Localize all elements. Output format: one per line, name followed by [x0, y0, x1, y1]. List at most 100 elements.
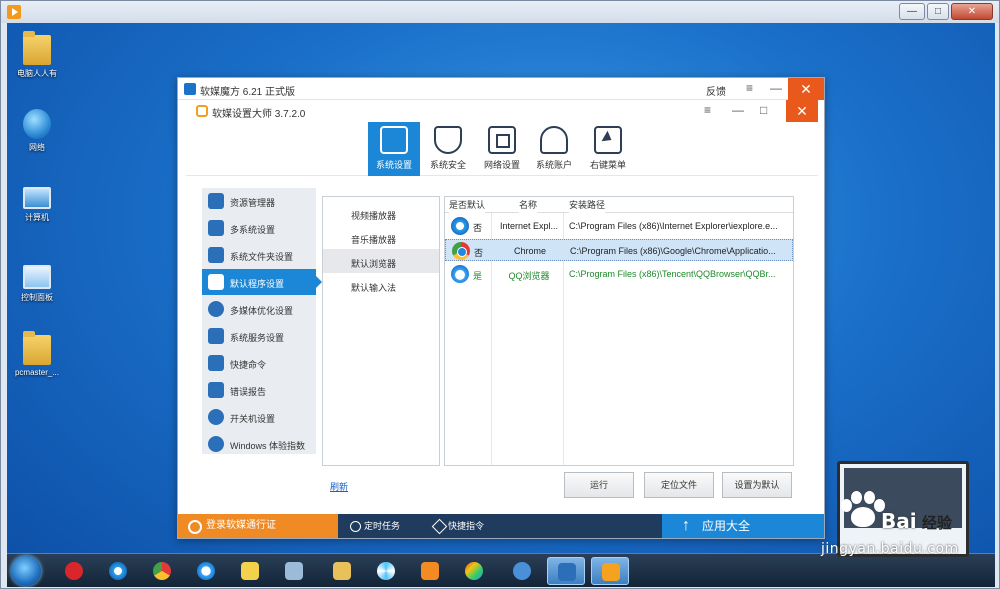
- nav-label: 多媒体优化设置: [230, 306, 294, 316]
- sub-category-list: 视频播放器 音乐播放器 默认浏览器 默认输入法: [322, 196, 440, 466]
- taskbar-item-media[interactable]: [411, 557, 449, 585]
- taskbar-item-ruanmei-cube[interactable]: [547, 557, 585, 585]
- nav-item-error-report[interactable]: 错误报告: [202, 377, 316, 403]
- taskbar-item-chrome[interactable]: [143, 557, 181, 585]
- watermark-url: jingyan.baidu.com: [821, 541, 959, 557]
- minimize-icon[interactable]: —: [770, 81, 782, 95]
- taskbar-item-folder[interactable]: [323, 557, 361, 585]
- taskbar-item-settings-master[interactable]: [591, 557, 629, 585]
- refresh-link[interactable]: 刷新: [330, 480, 348, 493]
- start-orb-icon[interactable]: [11, 556, 41, 586]
- tab-label: 系统安全: [429, 160, 466, 170]
- rubik-titlebar: 软媒魔方 6.21 正式版 反馈 ≡ — ✕: [178, 78, 824, 100]
- settings-master-app-icon: [196, 105, 208, 117]
- nav-label: 错误报告: [230, 387, 267, 397]
- player-titlebar: — □ ✕: [1, 1, 999, 23]
- nav-item-experience-index[interactable]: Windows 体验指数: [202, 431, 316, 457]
- nav-item-shortcut-command[interactable]: 快捷命令: [202, 350, 316, 376]
- app-market-button[interactable]: 应用大全: [662, 514, 824, 538]
- desktop-icon-pcmaster[interactable]: pcmaster_...: [7, 331, 67, 377]
- nav-item-power[interactable]: 开关机设置: [202, 404, 316, 430]
- context-menu-icon: [594, 126, 622, 154]
- folder-icon: [23, 331, 51, 365]
- baidu-jingyan-watermark: Bai 经验 jingyan.baidu.com: [821, 457, 991, 581]
- taskbar-item-jiang[interactable]: [55, 557, 93, 585]
- sub-item-music-player[interactable]: 音乐播放器: [323, 225, 439, 249]
- qq-browser-icon: [451, 265, 469, 283]
- nav-item-default-program[interactable]: 默认程序设置: [202, 269, 322, 295]
- path-cell: C:\Program Files (x86)\Internet Explorer…: [569, 221, 778, 231]
- name-cell: Chrome: [513, 246, 546, 256]
- player-maximize-button[interactable]: □: [927, 3, 949, 20]
- nav-item-system-folder[interactable]: 系统文件夹设置: [202, 242, 316, 268]
- nav-label: 快捷命令: [230, 360, 267, 370]
- taskbar-item-network-tool[interactable]: [503, 557, 541, 585]
- login-button[interactable]: 登录软媒通行证: [178, 514, 338, 538]
- column-header-path[interactable]: 安装路径: [569, 197, 606, 213]
- taskbar-item-pinwheel[interactable]: [367, 557, 405, 585]
- quick-command-button[interactable]: 快捷指令: [430, 514, 484, 538]
- taskbar-item-device[interactable]: [275, 557, 313, 585]
- settings-master-close-button[interactable]: ✕: [786, 100, 818, 122]
- menu-icon[interactable]: ≡: [746, 81, 753, 95]
- paw-toe: [851, 491, 862, 504]
- error-report-icon: [208, 382, 224, 398]
- ruanmei-cube-icon: [558, 563, 576, 581]
- maximize-icon[interactable]: □: [760, 103, 767, 117]
- tab-network-settings[interactable]: 网络设置: [476, 122, 528, 176]
- settings-master-title: 软媒设置大师 3.7.2.0: [212, 109, 306, 120]
- desktop-icon-label: 电脑人人有: [17, 69, 57, 78]
- minimize-icon[interactable]: —: [732, 103, 744, 117]
- tab-system-settings[interactable]: 系统设置: [368, 122, 420, 176]
- desktop-icon-network[interactable]: 网络: [7, 109, 67, 153]
- app-bottom-bar: 登录软媒通行证 定时任务 快捷指令 应用大全: [178, 514, 824, 538]
- player-minimize-button[interactable]: —: [899, 3, 925, 20]
- feedback-link[interactable]: 反馈: [706, 83, 726, 98]
- sub-item-video-player[interactable]: 视频播放器: [323, 201, 439, 225]
- desktop-icon-computer[interactable]: 计算机: [7, 187, 67, 223]
- taskbar-item-ie[interactable]: [99, 557, 137, 585]
- taskbar-item-qq-browser[interactable]: [187, 557, 225, 585]
- watermark-brand-bai: Bai: [881, 509, 917, 533]
- locate-file-button[interactable]: 定位文件: [644, 472, 714, 498]
- nav-item-multi-system[interactable]: 多系统设置: [202, 215, 316, 241]
- control-panel-icon: [23, 265, 51, 289]
- path-cell: C:\Program Files (x86)\Tencent\QQBrowser…: [569, 269, 776, 279]
- table-row-qq-browser[interactable]: 是 QQ浏览器 C:\Program Files (x86)\Tencent\Q…: [445, 263, 793, 285]
- timer-task-button[interactable]: 定时任务: [346, 514, 400, 538]
- network-settings-icon: [488, 126, 516, 154]
- tab-system-account[interactable]: 系统账户: [528, 122, 580, 176]
- tab-label: 右键菜单: [589, 160, 626, 170]
- tab-label: 系统账户: [535, 160, 572, 170]
- menu-icon[interactable]: ≡: [704, 103, 711, 117]
- explorer-icon: [208, 193, 224, 209]
- nav-item-multimedia[interactable]: 多媒体优化设置: [202, 296, 316, 322]
- run-button[interactable]: 运行: [564, 472, 634, 498]
- table-row-chrome[interactable]: 否 Chrome C:\Program Files (x86)\Google\C…: [445, 239, 793, 261]
- user-account-icon: [540, 126, 568, 154]
- nav-label: 资源管理器: [230, 198, 276, 208]
- table-row-ie[interactable]: 否 Internet Expl... C:\Program Files (x86…: [445, 215, 793, 237]
- column-header-name[interactable]: 名称: [519, 197, 538, 213]
- column-header-is-default[interactable]: 是否默认: [449, 197, 486, 213]
- player-window: — □ ✕ 电脑人人有 网络 计算机 控制面板 pcmaster_... 软媒魔…: [0, 0, 1000, 589]
- player-close-button[interactable]: ✕: [951, 3, 993, 20]
- watermark-brand-suffix: 经验: [921, 514, 952, 532]
- network-tool-icon: [513, 562, 531, 580]
- rubik-close-button[interactable]: ✕: [788, 78, 824, 100]
- multimedia-icon: [208, 301, 224, 317]
- desktop-icon-label: 计算机: [25, 213, 49, 222]
- set-default-button[interactable]: 设置为默认: [722, 472, 792, 498]
- taskbar-item-notes[interactable]: [231, 557, 269, 585]
- nav-item-system-service[interactable]: 系统服务设置: [202, 323, 316, 349]
- desktop-icon-renrenyou[interactable]: 电脑人人有: [7, 31, 67, 79]
- qq-browser-icon: [197, 562, 215, 580]
- tab-context-menu[interactable]: 右键菜单: [582, 122, 634, 176]
- nav-item-explorer[interactable]: 资源管理器: [202, 188, 316, 214]
- sub-item-default-ime[interactable]: 默认输入法: [323, 273, 439, 297]
- sub-item-default-browser[interactable]: 默认浏览器: [323, 249, 439, 273]
- taskbar-item-paint[interactable]: [455, 557, 493, 585]
- tab-system-security[interactable]: 系统安全: [422, 122, 474, 176]
- ie-icon: [109, 562, 127, 580]
- desktop-icon-control-panel[interactable]: 控制面板: [7, 265, 67, 303]
